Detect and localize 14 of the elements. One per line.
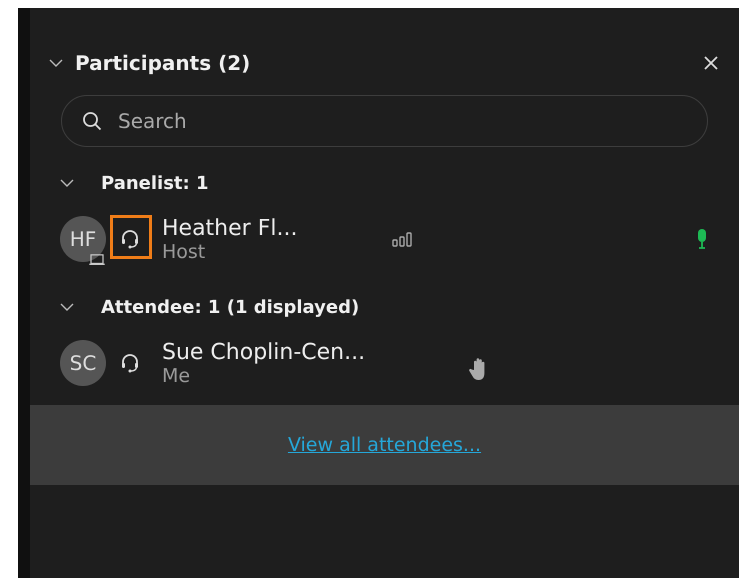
group-heading: Attendee: 1 (1 displayed)	[101, 296, 360, 318]
headset-icon	[120, 353, 140, 373]
participant-name: Heather Fl...	[162, 216, 298, 240]
avatar: SC	[60, 340, 106, 386]
microphone-icon[interactable]	[696, 228, 708, 250]
view-all-attendees-link[interactable]: View all attendees...	[288, 434, 482, 456]
search-field[interactable]: Search	[61, 95, 708, 147]
panel-title: Participants (2)	[75, 51, 250, 75]
participant-role: Host	[162, 240, 206, 262]
group-heading: Panelist: 1	[101, 172, 209, 194]
participant-role: Me	[162, 364, 192, 386]
avatar: HF	[60, 216, 106, 262]
headset-icon	[120, 229, 140, 249]
participant-name: Sue Choplin-Cen...	[162, 340, 366, 364]
